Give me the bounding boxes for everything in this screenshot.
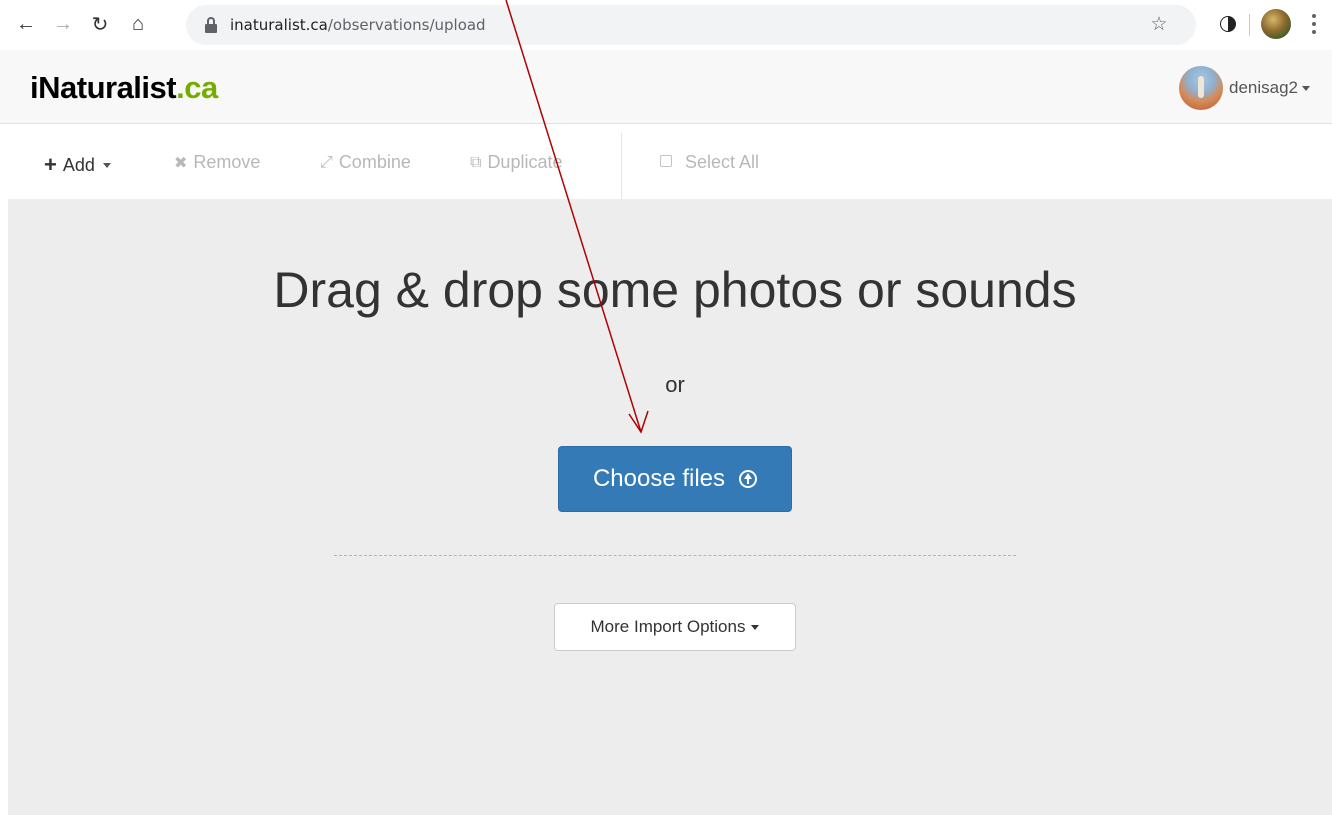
drop-zone-title: Drag & drop some photos or sounds [273,262,1077,318]
choose-files-button[interactable]: Choose files [558,446,792,512]
combine-button[interactable]: ⤢ Combine [320,152,411,173]
remove-button[interactable]: ✖ Remove [174,152,260,173]
select-all-toggle[interactable]: Select All [660,152,759,173]
file-drop-zone[interactable]: Drag & drop some photos or sounds or Cho… [8,199,1332,815]
back-arrow-icon[interactable]: ← [12,10,40,38]
user-menu[interactable]: denisag2 [1178,66,1310,110]
x-icon: ✖ [174,154,188,172]
lock-icon[interactable] [204,17,218,33]
copy-icon: ⧉ [470,153,482,171]
combine-label: Combine [338,152,411,172]
home-icon[interactable]: ⌂ [124,10,152,38]
logo-brand: iNaturalist [30,70,177,105]
select-all-checkbox[interactable] [660,154,672,167]
add-button[interactable]: + Add [44,152,111,178]
duplicate-button[interactable]: ⧉ Duplicate [470,152,562,173]
choose-files-label: Choose files [592,465,726,492]
plus-icon: + [44,152,57,177]
url-domain: inaturalist.ca [230,16,328,34]
toolbar-separator [621,133,622,199]
avatar[interactable] [1178,66,1223,110]
upload-toolbar: + Add ✖ Remove ⤢ Combine ⧉ Duplicate Sel… [0,125,1332,199]
more-import-label: More Import Options [590,617,746,636]
forward-arrow-icon[interactable]: → [49,10,77,38]
kebab-menu-icon[interactable] [1312,14,1316,34]
url-path: /observations/upload [327,16,486,34]
site-logo[interactable]: iNaturalist.ca [30,70,218,106]
address-bar[interactable]: inaturalist.ca/observations/upload [186,5,1196,45]
toolbar-divider [1249,14,1250,36]
or-separator-text: or [665,372,685,397]
remove-label: Remove [193,152,261,172]
select-all-label: Select All [685,152,760,172]
chevron-down-icon [102,162,111,168]
username[interactable]: denisag2 [1229,78,1298,98]
browser-profile-avatar[interactable] [1261,9,1291,39]
duplicate-label: Duplicate [487,152,563,172]
compress-icon: ⤢ [320,153,333,171]
browser-chrome: ← → ↻ ⌂ inaturalist.ca/observations/uplo… [0,0,1332,50]
reload-icon[interactable]: ↻ [86,10,114,38]
upload-icon [739,470,758,488]
add-label: Add [62,154,95,175]
dark-mode-extension-icon[interactable] [1220,16,1236,32]
star-icon[interactable]: ☆ [1144,10,1174,38]
more-import-options-button[interactable]: More Import Options [554,603,796,651]
logo-tld: .ca [176,70,218,105]
chevron-down-icon [751,624,760,630]
site-header: iNaturalist.ca denisag2 [0,50,1332,124]
chevron-down-icon[interactable] [1302,85,1310,91]
dashed-divider [334,555,1016,556]
url-text[interactable]: inaturalist.ca/observations/upload [230,16,486,34]
